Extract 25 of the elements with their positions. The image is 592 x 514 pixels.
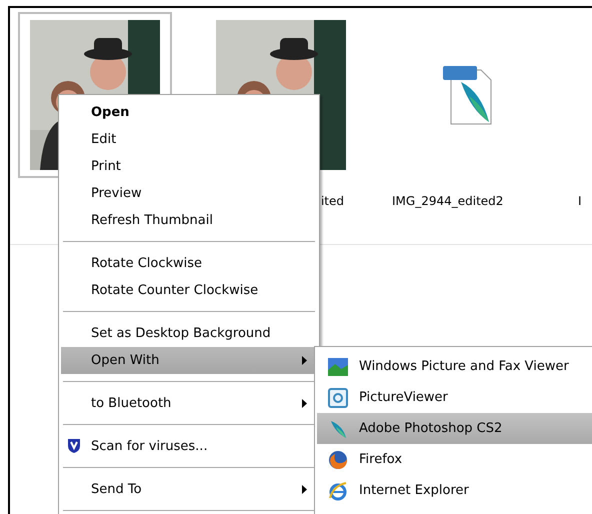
fox-icon [327,448,349,470]
menu-item[interactable]: Firefox [317,444,592,475]
file-name: I [577,194,582,208]
menu-item[interactable]: Adobe Photoshop CS2 [317,413,592,444]
menu-item[interactable]: Windows Picture and Fax Viewer [317,351,592,382]
file-name: IMG_2944_edited2 [391,194,504,208]
menu-item[interactable]: Open [61,99,317,126]
shield-icon [67,438,81,454]
menu-item[interactable]: Scan for viruses... [61,433,317,460]
landscape-icon [327,356,349,378]
menu-item[interactable]: Refresh Thumbnail [61,207,317,234]
menu-item[interactable]: Rotate Clockwise [61,250,317,277]
menu-item[interactable]: Print [61,153,317,180]
menu-item[interactable]: PictureViewer [317,382,592,413]
file-name: ited [320,194,345,208]
menu-item[interactable]: Send To [61,476,317,503]
viewer-icon [327,386,349,408]
menu-item[interactable]: Open With [61,347,317,374]
menu-item[interactable]: Preview [61,180,317,207]
menu-item[interactable]: Rotate Counter Clockwise [61,277,317,304]
menu-item[interactable]: to Bluetooth [61,390,317,417]
menu-item[interactable]: Edit [61,126,317,153]
menu-item[interactable]: Internet Explorer [317,475,592,506]
menu-item[interactable]: Set as Desktop Background [61,320,317,347]
globe-icon [327,480,349,502]
